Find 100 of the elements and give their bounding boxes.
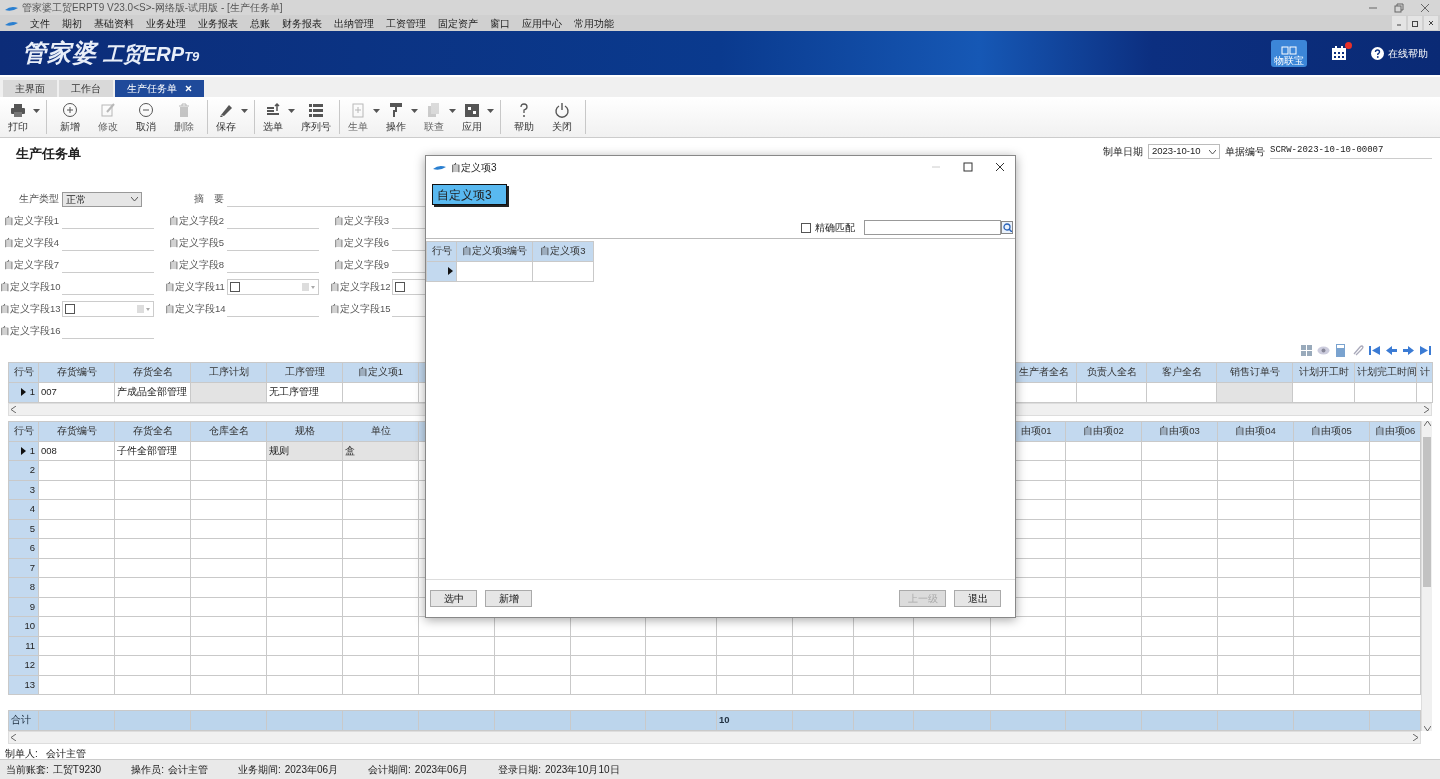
column-header[interactable]: 自由项05	[1293, 421, 1370, 441]
eye-icon[interactable]	[1317, 344, 1330, 357]
menu-item[interactable]: 业务处理	[146, 15, 186, 31]
menu-item[interactable]: 财务报表	[282, 15, 322, 31]
column-header[interactable]: 计划完工时间	[1354, 362, 1417, 383]
combo-field[interactable]	[62, 300, 154, 317]
toolbar-button[interactable]: 取消	[127, 100, 165, 134]
grid-icon[interactable]	[1300, 344, 1313, 357]
search-field[interactable]	[864, 220, 1001, 235]
menu-item[interactable]: 固定资产	[438, 15, 478, 31]
menu-item[interactable]: 文件	[30, 15, 50, 31]
date-picker[interactable]: 2023-10-10	[1148, 144, 1220, 159]
column-header[interactable]: 自定义项3	[532, 241, 594, 262]
row-number[interactable]: 10	[8, 616, 39, 636]
calculator-icon[interactable]	[1334, 344, 1347, 357]
menu-item[interactable]: 总账	[250, 15, 270, 31]
vertical-scrollbar[interactable]	[1421, 420, 1432, 731]
column-header[interactable]: 规格	[266, 421, 343, 441]
toolbar-button[interactable]: 选单	[259, 100, 297, 134]
tab[interactable]: 工作台	[59, 80, 113, 97]
combo-field[interactable]	[227, 278, 319, 295]
column-header[interactable]: 自由项03	[1141, 421, 1218, 441]
menu-item[interactable]: 业务报表	[198, 15, 238, 31]
toolbar-button[interactable]: 帮助	[505, 100, 543, 134]
field-label: 自定义字段1	[2, 214, 60, 229]
column-header[interactable]: 存货全名	[114, 421, 191, 441]
menu-item[interactable]: 期初	[62, 15, 82, 31]
restore-icon[interactable]	[1411, 19, 1419, 27]
menu-item[interactable]: 应用中心	[522, 15, 562, 31]
next-icon[interactable]	[1402, 344, 1415, 357]
menu-item[interactable]: 基础资料	[94, 15, 134, 31]
column-header[interactable]: 行号	[8, 421, 39, 441]
row-number[interactable]: 6	[8, 538, 39, 558]
first-page-icon[interactable]	[1368, 344, 1381, 357]
column-header[interactable]: 自定义项3编号	[456, 241, 533, 262]
menu-item[interactable]: 工资管理	[386, 15, 426, 31]
row-number[interactable]: 7	[8, 558, 39, 578]
maximize-icon[interactable]	[963, 162, 973, 172]
last-page-icon[interactable]	[1419, 344, 1432, 357]
column-header[interactable]: 存货编号	[38, 362, 115, 383]
close-icon[interactable]	[995, 162, 1005, 172]
column-header[interactable]: 负责人全名	[1076, 362, 1147, 383]
row-number[interactable]: 1	[8, 441, 39, 461]
row-number[interactable]: 11	[8, 636, 39, 656]
close-icon[interactable]	[1427, 19, 1435, 27]
column-header[interactable]: 计划开工时	[1292, 362, 1355, 383]
exact-match-checkbox[interactable]: 精确匹配	[801, 220, 855, 235]
row-number[interactable]: 13	[8, 675, 39, 695]
row-number[interactable]: 9	[8, 597, 39, 617]
paperclip-icon[interactable]	[1351, 344, 1364, 357]
help-icon[interactable]	[1371, 46, 1384, 60]
dialog-button[interactable]: 退出	[954, 590, 1001, 607]
row-number[interactable]: 12	[8, 655, 39, 675]
row-number[interactable]: 3	[8, 480, 39, 500]
menu-item[interactable]: 窗口	[490, 15, 510, 31]
column-header[interactable]: 自由项04	[1217, 421, 1294, 441]
row-pointer-icon	[20, 446, 26, 455]
dialog-button[interactable]: 新增	[485, 590, 532, 607]
toolbar-button[interactable]: 保存	[212, 100, 250, 134]
help-link[interactable]: 在线帮助	[1388, 45, 1428, 61]
caret-icon	[33, 109, 40, 113]
menu-item[interactable]: 常用功能	[574, 15, 614, 31]
column-header[interactable]: 自定义项1	[342, 362, 419, 383]
column-header[interactable]: 工序计划	[190, 362, 267, 383]
type-select[interactable]: 正常	[62, 191, 142, 207]
column-header[interactable]: 行号	[8, 362, 39, 383]
column-header[interactable]: 仓库全名	[190, 421, 267, 441]
search-button[interactable]	[1001, 221, 1013, 234]
column-header[interactable]: 销售订单号	[1216, 362, 1293, 383]
row-number[interactable]: 8	[8, 577, 39, 597]
document-number-field[interactable]: SCRW-2023-10-10-00007	[1270, 144, 1432, 159]
column-header[interactable]: 自由项02	[1065, 421, 1142, 441]
tab[interactable]: 主界面	[3, 80, 57, 97]
toolbar-button[interactable]: 应用	[458, 100, 496, 134]
row-number[interactable]: 2	[8, 460, 39, 480]
field-label: 单据编号	[1225, 145, 1265, 159]
menu-item[interactable]: 出纳管理	[334, 15, 374, 31]
iot-button[interactable]: 物联宝	[1271, 39, 1307, 67]
column-header[interactable]: 单位	[342, 421, 419, 441]
toolbar-button[interactable]: 打印	[4, 100, 42, 134]
calendar-icon[interactable]	[1331, 45, 1347, 62]
tab[interactable]: 生产任务单	[115, 80, 204, 97]
dialog-button[interactable]: 选中	[430, 590, 477, 607]
column-header[interactable]: 行号	[426, 241, 457, 262]
row-number[interactable]	[426, 261, 457, 281]
row-number[interactable]: 5	[8, 519, 39, 539]
horizontal-scrollbar[interactable]	[8, 731, 1421, 744]
column-header[interactable]: 存货编号	[38, 421, 115, 441]
row-number[interactable]: 1	[8, 382, 39, 402]
column-header[interactable]: 客户全名	[1146, 362, 1217, 383]
column-header[interactable]: 自由项06	[1369, 421, 1421, 441]
column-header[interactable]: 工序管理	[266, 362, 343, 383]
toolbar-button[interactable]: 新增	[51, 100, 89, 134]
toolbar-button[interactable]: 操作	[382, 100, 420, 134]
column-header[interactable]: 存货全名	[114, 362, 191, 383]
row-number[interactable]: 4	[8, 499, 39, 519]
field-label: 自定义字段4	[2, 236, 60, 251]
previous-icon[interactable]	[1385, 344, 1398, 357]
toolbar-button[interactable]: 关闭	[543, 100, 581, 134]
toolbar-button[interactable]: 序列号	[297, 100, 335, 134]
